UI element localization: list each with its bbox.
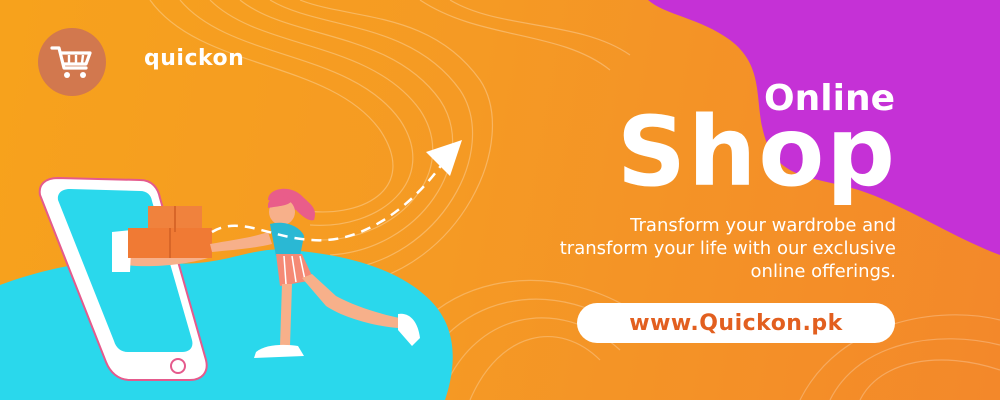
headline-shop: Shop xyxy=(616,96,897,208)
website-url-label: www.Quickon.pk xyxy=(629,310,843,336)
dashed-arrow-path xyxy=(211,159,447,242)
tagline: Transform your wardrobe and transform yo… xyxy=(436,214,896,283)
tagline-line: online offerings. xyxy=(750,261,896,282)
arrow-head-icon xyxy=(426,140,462,176)
promo-banner: quickon Online Shop Transform your wardr… xyxy=(0,0,1000,400)
running-woman-illustration xyxy=(210,188,420,358)
tagline-line: Transform your wardrobe and xyxy=(630,215,896,236)
website-link-button[interactable]: www.Quickon.pk xyxy=(577,303,895,343)
tagline-line: transform your life with our exclusive xyxy=(559,238,896,259)
